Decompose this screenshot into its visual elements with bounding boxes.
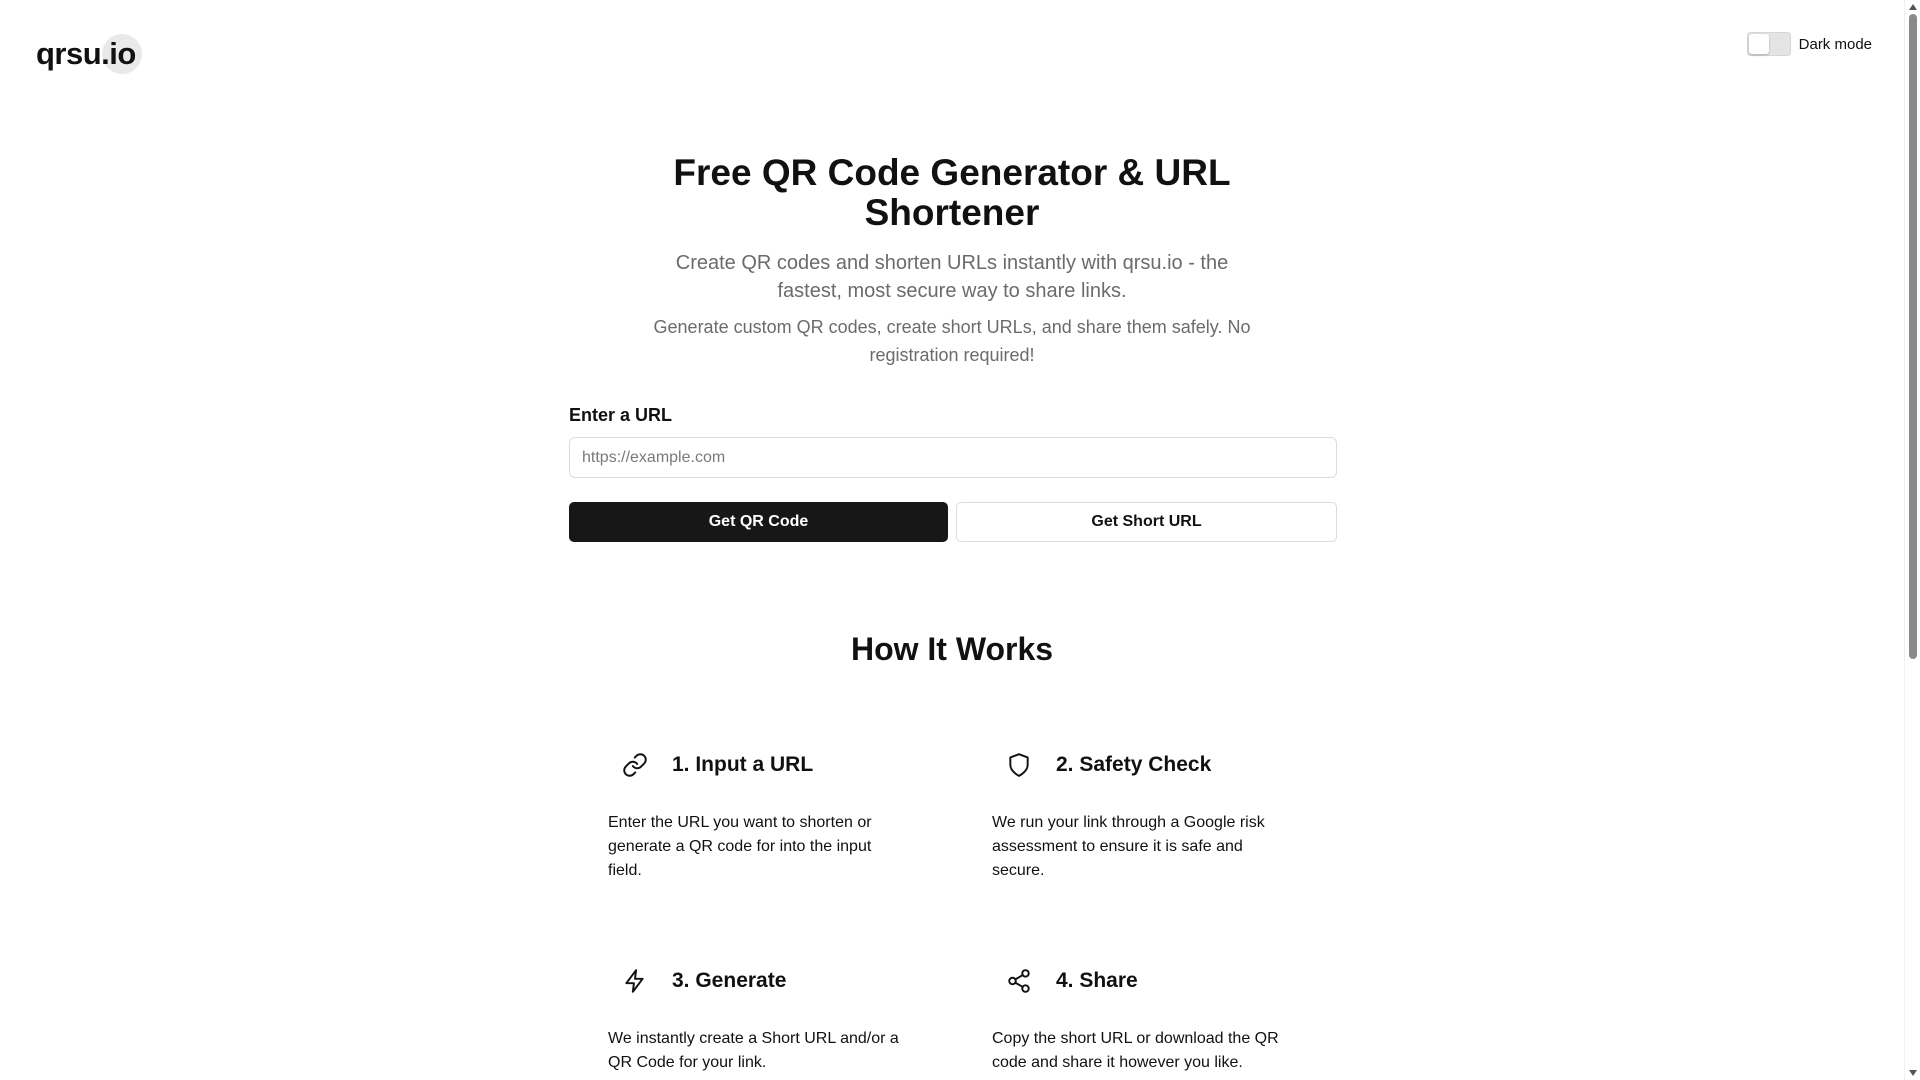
get-short-url-button[interactable]: Get Short URL [956, 502, 1337, 542]
hero-subtitle: Create QR codes and shorten URLs instant… [675, 252, 1229, 302]
scrollbar-thumb[interactable] [1909, 14, 1917, 659]
url-form: Enter a URL Get QR Code Get Short URL [569, 405, 1337, 542]
step-title: 3. Generate [672, 969, 787, 992]
step-title: 4. Share [1056, 969, 1138, 992]
how-it-works-heading: How It Works [850, 631, 1054, 667]
shield-icon [1004, 750, 1034, 780]
step-share: 4. Share Copy the short URL or download … [992, 965, 1302, 1075]
logo-text: qrsu.io [36, 36, 136, 71]
step-description: Copy the short URL or download the QR co… [992, 1030, 1279, 1071]
page-title: Free QR Code Generator & URL Shortener [673, 152, 1231, 233]
step-header: 2. Safety Check [992, 749, 1302, 781]
url-input[interactable] [569, 437, 1337, 478]
scroll-up-arrow-icon[interactable] [1909, 4, 1917, 10]
scroll-down-arrow-icon[interactable] [1909, 1070, 1917, 1076]
switch-knob [1748, 34, 1769, 54]
step-title: 1. Input a URL [672, 753, 814, 776]
dark-mode-toggle[interactable]: Dark mode [1746, 32, 1872, 56]
action-buttons: Get QR Code Get Short URL [569, 502, 1337, 542]
url-label: Enter a URL [569, 405, 673, 425]
step-header: 1. Input a URL [608, 749, 918, 781]
step-safety-check: 2. Safety Check We run your link through… [992, 749, 1302, 883]
step-input-url: 1. Input a URL Enter the URL you want to… [608, 749, 918, 883]
link-icon [620, 750, 650, 780]
step-title: 2. Safety Check [1056, 753, 1212, 776]
step-header: 4. Share [992, 965, 1302, 997]
dark-mode-switch[interactable] [1746, 32, 1791, 56]
step-description: We instantly create a Short URL and/or a… [608, 1030, 899, 1071]
step-header: 3. Generate [608, 965, 918, 997]
share-icon [1004, 966, 1034, 996]
page: qrsu.io Dark mode Free QR Code Generator… [0, 0, 1904, 1080]
lightning-icon [620, 966, 650, 996]
step-description: Enter the URL you want to shorten or gen… [608, 814, 872, 879]
get-qr-code-button[interactable]: Get QR Code [569, 502, 948, 542]
step-description: We run your link through a Google risk a… [992, 814, 1265, 879]
dark-mode-label: Dark mode [1798, 35, 1872, 53]
step-generate: 3. Generate We instantly create a Short … [608, 965, 918, 1075]
hero-description: Generate custom QR codes, create short U… [653, 317, 1251, 365]
hero-section: Free QR Code Generator & URL Shortener C… [0, 153, 1904, 369]
site-logo[interactable]: qrsu.io [36, 34, 142, 74]
vertical-scrollbar[interactable] [1904, 0, 1920, 1080]
